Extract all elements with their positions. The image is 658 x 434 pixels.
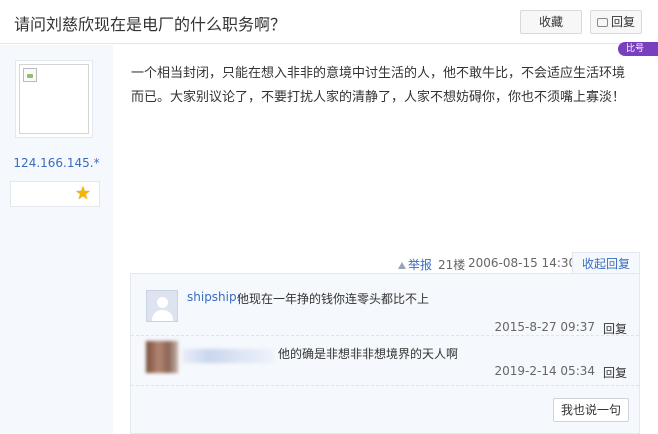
post-meta: 举报 21楼 2006-08-15 14:30 收起回复 [130,252,640,274]
report-label: 举报 [408,258,433,272]
collect-button[interactable]: 收藏 [520,10,582,34]
reply-button[interactable]: 回复 [590,10,642,34]
floor-number: 21楼 [438,258,466,272]
reply-item: 他的确是非想非非想境界的天人啊 2019-2-14 05:34 回复 [131,338,639,386]
level-badge[interactable]: ★ [10,181,100,207]
thread-title: 请问刘慈欣现在是电厂的什么职务啊？ [14,15,287,34]
author-ip: 124.166.145.* [13,156,100,170]
reply-item: shipship: 他现在一年挣的钱你连零头都比不上 2015-8-27 09:… [131,284,639,336]
reply-content: 他现在一年挣的钱你连零头都比不上 [237,292,430,306]
report-icon [398,262,406,269]
blurred-avatar[interactable] [146,341,178,373]
report-link[interactable]: 举报 [398,256,432,273]
thread-header: 请问刘慈欣现在是电厂的什么职务啊？ 收藏 回复 [0,0,658,44]
collapse-replies-button[interactable]: 收起回复 [572,252,640,274]
reply-username[interactable]: shipship: [187,290,241,304]
star-icon: ★ [74,183,91,204]
post-timestamp: 2006-08-15 14:30 [468,256,577,270]
reply-list: shipship: 他现在一年挣的钱你连零头都比不上 2015-8-27 09:… [130,273,640,434]
corner-badge[interactable]: 比号 [618,42,658,56]
blurred-username[interactable] [182,349,274,363]
author-sidebar: 124.166.145.* ★ [0,45,113,434]
add-comment-button[interactable]: 我也说一句 [553,398,629,422]
author-avatar[interactable] [15,60,93,138]
reply-button-label: 回复 [610,15,635,29]
reply-content: 他的确是非想非非想境界的天人啊 [278,347,459,361]
reply-action-link[interactable]: 回复 [603,364,627,381]
reply-action-link[interactable]: 回复 [603,320,627,337]
reply-time: 2015-8-27 09:37 [494,320,596,334]
reply-icon [596,18,608,27]
broken-image-icon [19,64,89,134]
default-avatar-icon[interactable] [146,290,178,322]
post-content: 一个相当封闭，只能在想入非非的意境中讨生活的人，他不敢牛比，不会适应生活环境而已… [131,66,626,105]
reply-time: 2019-2-14 05:34 [494,364,596,378]
